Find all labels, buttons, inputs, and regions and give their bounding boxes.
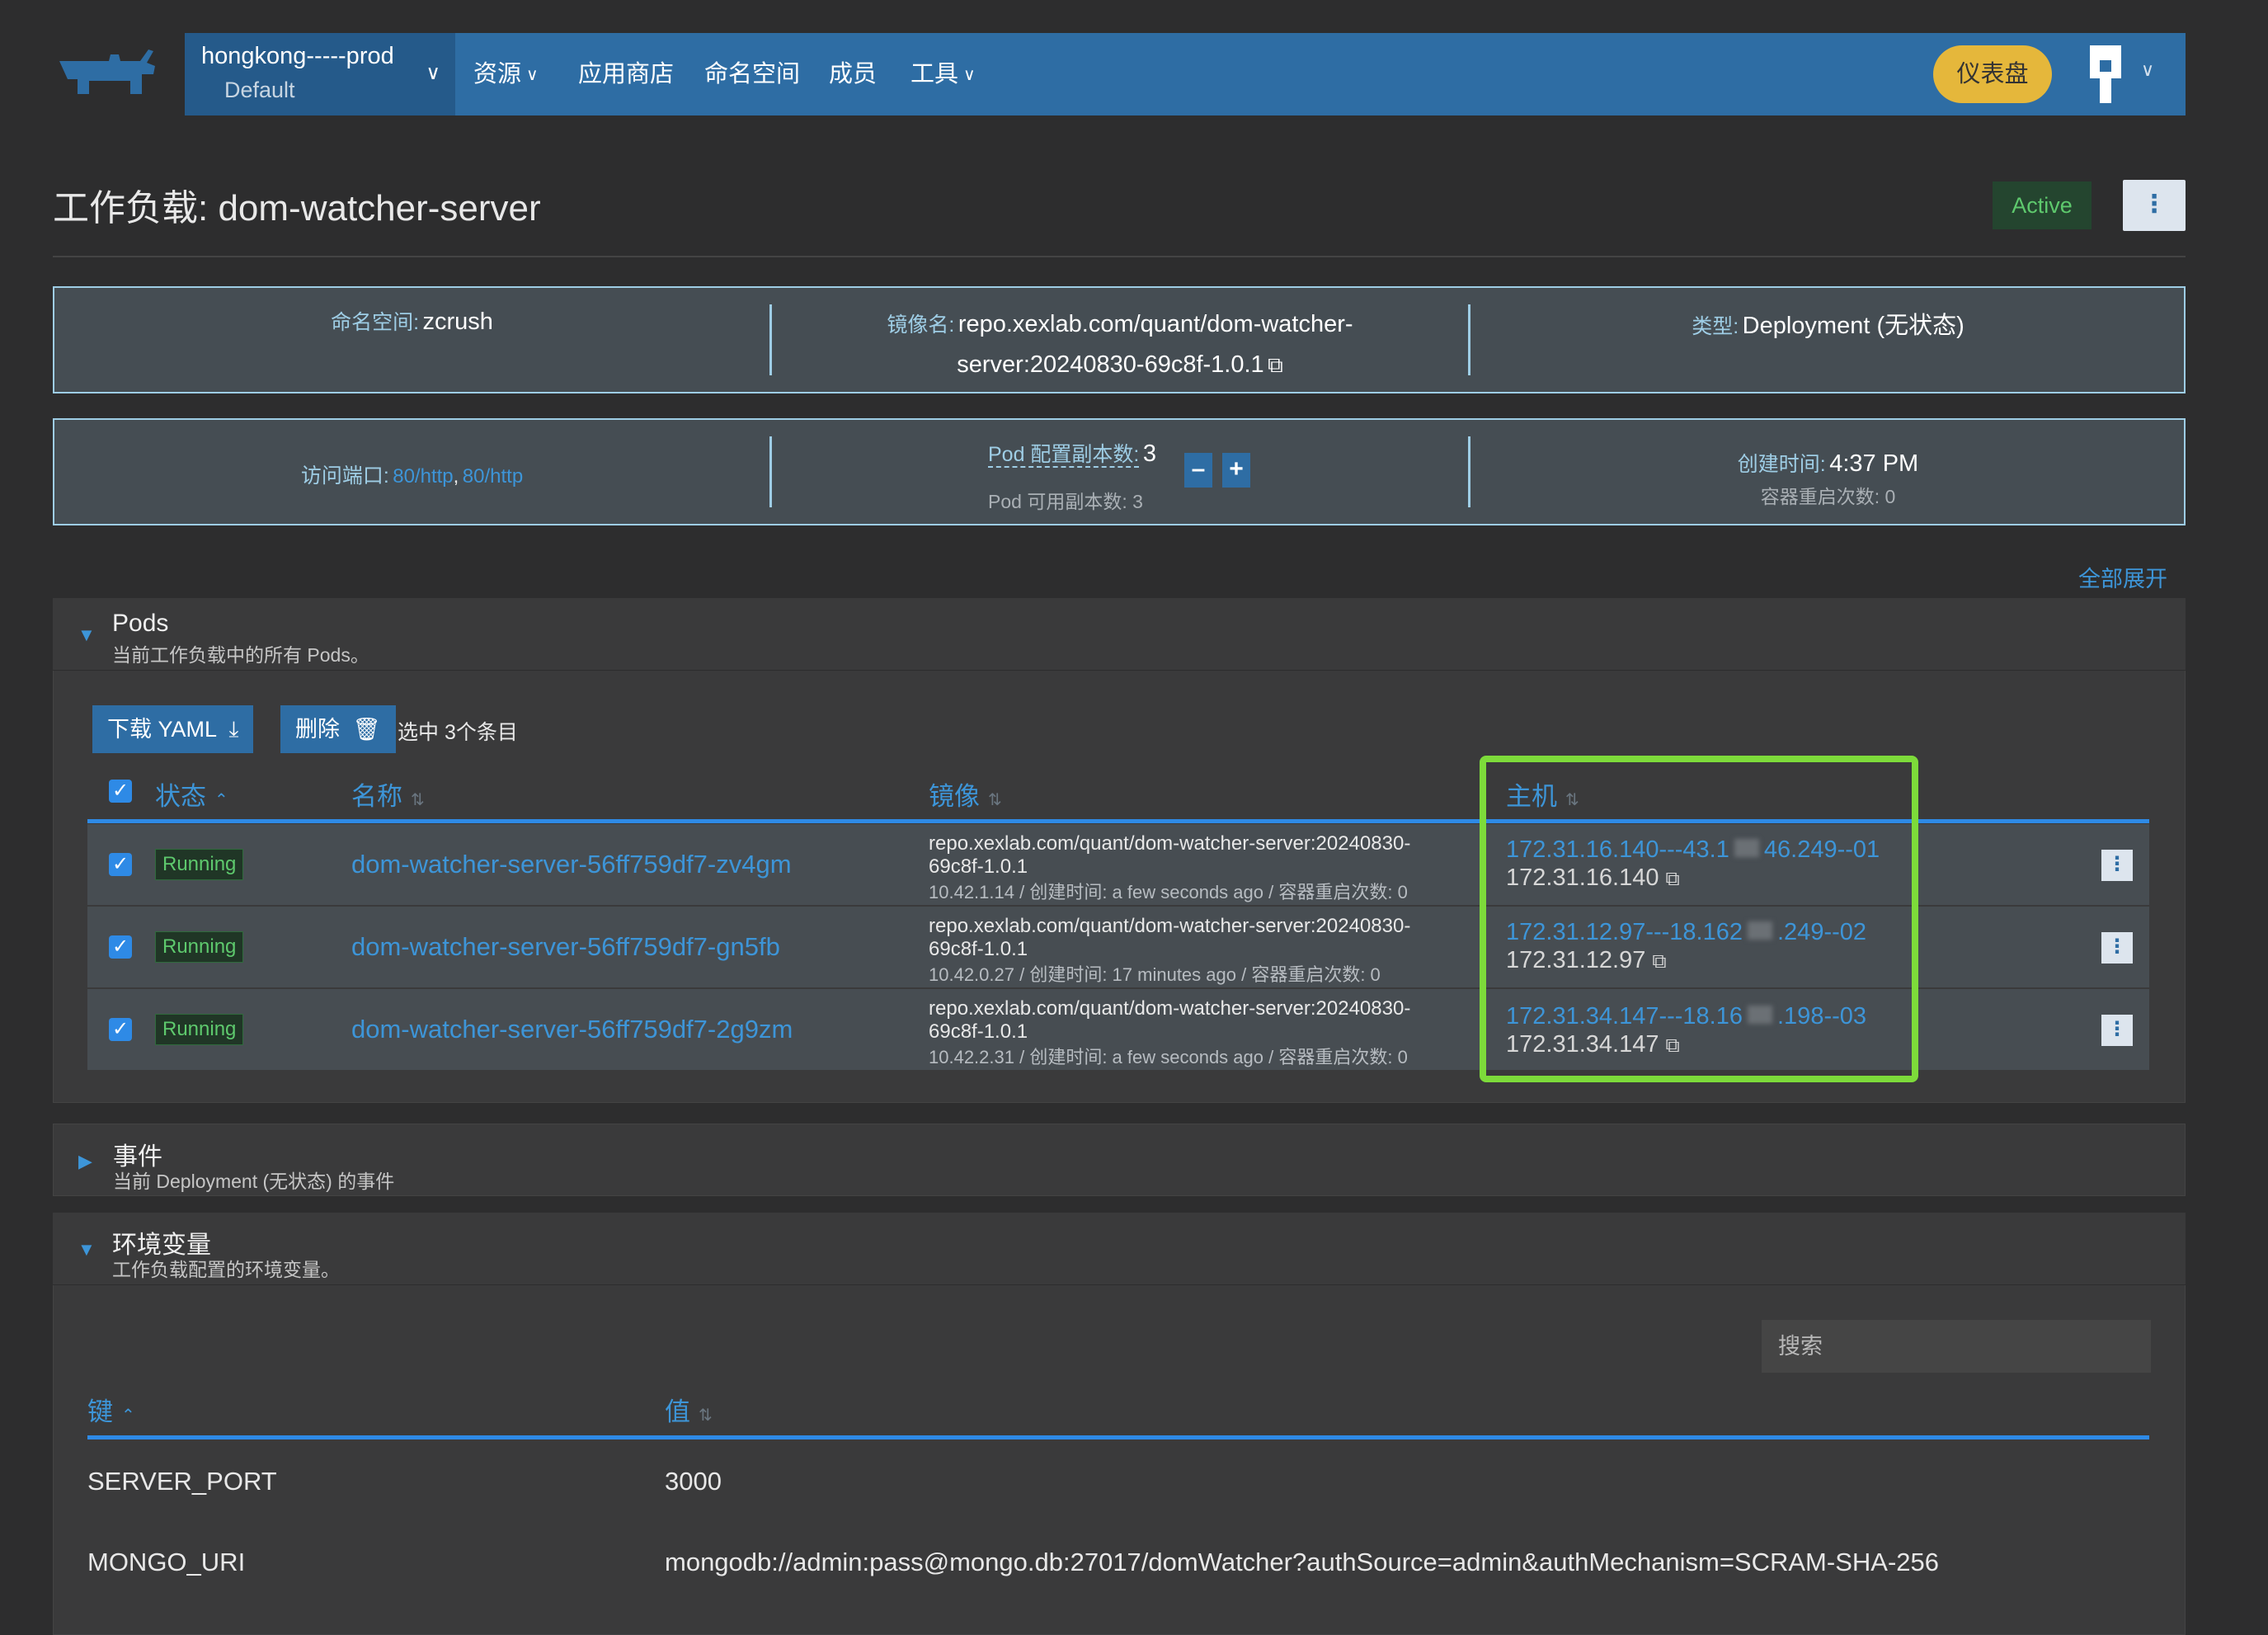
cluster-name: hongkong-----prod [201, 43, 394, 69]
status-badge: Active [1993, 181, 2092, 229]
type-value: Deployment (无状态) [1742, 313, 1965, 339]
row-checkbox[interactable]: ✓ [109, 935, 132, 959]
status-badge: Running [155, 931, 244, 963]
user-avatar[interactable] [2077, 45, 2134, 103]
sort-icon: ⇅ [699, 1406, 713, 1425]
replicas-value: 3 [1142, 441, 1156, 467]
download-yaml-button[interactable]: 下载 YAML ⤓ [92, 705, 254, 753]
nav-namespaces[interactable]: 命名空间 [704, 33, 800, 115]
status-badge: Running [155, 849, 244, 880]
pods-panel-header[interactable]: ▼ Pods 当前工作负载中的所有 Pods。 [53, 598, 2186, 671]
rancher-logo-icon[interactable] [51, 46, 167, 101]
workload-info-box: 命名空间: zcrush 镜像名: repo.xexlab.com/quant/… [53, 286, 2186, 393]
row-actions-button[interactable]: ⋮ [2101, 932, 2133, 964]
expand-triangle-icon[interactable]: ▶ [78, 1151, 92, 1172]
divider [53, 256, 2186, 257]
pod-meta: 10.42.1.14 / 创建时间: a few seconds ago / 容… [929, 882, 1408, 902]
chevron-down-icon: ∨ [526, 66, 539, 84]
port-link[interactable]: 80/http [463, 465, 523, 488]
replicas-label: Pod 配置副本数: [988, 443, 1140, 468]
namespace-value: zcrush [422, 309, 493, 335]
nav-tools[interactable]: 工具 ∨ [910, 33, 976, 115]
sort-icon: ⌃ [121, 1406, 135, 1425]
selection-count: 选中 3个条目 [398, 721, 518, 744]
expand-all-link[interactable]: 全部展开 [2078, 561, 2167, 593]
pod-meta: 10.42.0.27 / 创建时间: 17 minutes ago / 容器重启… [929, 964, 1381, 985]
col-key[interactable]: 键 ⌃ [87, 1391, 135, 1428]
download-icon: ⤓ [228, 717, 239, 742]
row-checkbox[interactable]: ✓ [109, 1018, 132, 1041]
status-badge: Running [155, 1014, 244, 1045]
available-replicas: Pod 可用副本数: 3 [988, 491, 1143, 512]
chevron-down-icon: ∨ [426, 62, 440, 84]
select-all-checkbox[interactable]: ✓ [109, 780, 132, 803]
type-label: 类型: [1692, 315, 1739, 338]
row-checkbox[interactable]: ✓ [109, 853, 132, 876]
image-value-line2: server:20240830-69c8f-1.0.1 [957, 351, 1264, 378]
pod-image: repo.xexlab.com/quant/dom-watcher-server… [929, 997, 1411, 1043]
env-subtitle: 工作负载配置的环境变量。 [112, 1259, 340, 1280]
events-panel-header[interactable]: ▶ 事件 当前 Deployment (无状态) 的事件 [53, 1124, 2186, 1196]
col-value[interactable]: 值 ⇅ [665, 1391, 713, 1428]
col-name[interactable]: 名称 ⇅ [351, 775, 425, 813]
pod-name-link[interactable]: dom-watcher-server-56ff759df7-zv4gm [351, 850, 792, 879]
col-state[interactable]: 状态 ⌃ [155, 775, 228, 813]
restart-count: 容器重启次数: 0 [1760, 486, 1896, 507]
env-key: MONGO_URI [87, 1548, 246, 1576]
nav-resources[interactable]: 资源 ∨ [473, 33, 539, 115]
project-name: Default [224, 78, 295, 102]
env-panel-header[interactable]: ▼ 环境变量 工作负载配置的环境变量。 [53, 1213, 2186, 1285]
cluster-project-selector[interactable]: hongkong-----prod Default ∨ [185, 33, 455, 115]
created-label: 创建时间: [1737, 453, 1826, 476]
chevron-down-icon[interactable]: ∨ [2141, 59, 2154, 81]
sort-icon: ⇅ [988, 791, 1002, 809]
events-subtitle: 当前 Deployment (无状态) 的事件 [113, 1171, 395, 1192]
sort-icon: ⇅ [411, 791, 425, 809]
search-input[interactable]: 搜索 [1762, 1320, 2151, 1373]
pod-name-link[interactable]: dom-watcher-server-56ff759df7-2g9zm [351, 1015, 793, 1044]
delete-button[interactable]: 删除 🗑 [280, 705, 396, 753]
page-title: 工作负载: dom-watcher-server [53, 188, 541, 229]
env-key: SERVER_PORT [87, 1467, 277, 1496]
pod-image: repo.xexlab.com/quant/dom-watcher-server… [929, 832, 1411, 878]
row-actions-button[interactable]: ⋮ [2101, 850, 2133, 881]
workload-stats-box: 访问端口: 80/http, 80/http Pod 配置副本数: 3 Pod … [53, 418, 2186, 525]
host-column-highlight [1480, 756, 1918, 1082]
scale-down-button[interactable]: – [1184, 453, 1212, 488]
nav-members[interactable]: 成员 [829, 33, 877, 115]
pod-meta: 10.42.2.31 / 创建时间: a few seconds ago / 容… [929, 1047, 1408, 1067]
image-value-line1: repo.xexlab.com/quant/dom-watcher- [958, 311, 1353, 337]
table-header-rule [87, 1435, 2149, 1439]
sort-icon: ⌃ [214, 791, 228, 809]
env-value: mongodb://admin:pass@mongo.db:27017/domW… [665, 1548, 1939, 1576]
port-link[interactable]: 80/http [393, 465, 453, 488]
collapse-triangle-icon[interactable]: ▼ [78, 624, 96, 646]
copy-icon[interactable]: ⧉ [1268, 352, 1283, 377]
nav-app-store[interactable]: 应用商店 [578, 33, 674, 115]
more-actions-button[interactable]: ⋮ [2123, 180, 2186, 231]
col-image[interactable]: 镜像 ⇅ [929, 775, 1002, 813]
chevron-down-icon: ∨ [963, 66, 976, 84]
scale-up-button[interactable]: + [1222, 453, 1250, 488]
pods-title: Pods [112, 610, 169, 637]
collapse-triangle-icon[interactable]: ▼ [78, 1239, 96, 1260]
pod-image: repo.xexlab.com/quant/dom-watcher-server… [929, 915, 1411, 960]
pod-name-link[interactable]: dom-watcher-server-56ff759df7-gn5fb [351, 932, 780, 962]
pods-subtitle: 当前工作负载中的所有 Pods。 [112, 644, 369, 666]
namespace-label: 命名空间: [331, 311, 420, 334]
created-value: 4:37 PM [1829, 450, 1919, 477]
ports-label: 访问端口: [300, 464, 389, 488]
env-value: 3000 [665, 1467, 722, 1496]
image-label: 镜像名: [887, 313, 955, 337]
row-actions-button[interactable]: ⋮ [2101, 1015, 2133, 1046]
dashboard-button[interactable]: 仪表盘 [1933, 45, 2052, 103]
trash-icon: 🗑 [352, 717, 381, 742]
